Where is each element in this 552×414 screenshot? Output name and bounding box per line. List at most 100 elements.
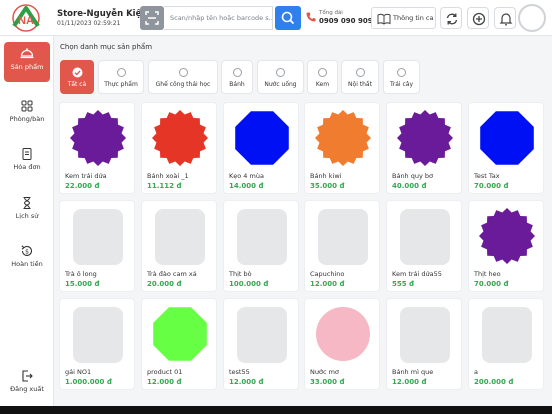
category-label: Nước uống	[264, 81, 297, 88]
product-shape	[479, 208, 535, 264]
product-shape	[70, 110, 126, 166]
sidebar-item-rooms[interactable]: Phòng/bàn	[4, 96, 50, 136]
search-button[interactable]	[275, 6, 301, 30]
product-image	[147, 108, 213, 168]
product-card[interactable]: Trà đào cam xả 20.000 đ	[141, 200, 217, 292]
search-input[interactable]: Scan/nhập tên hoặc barcode s...	[164, 6, 273, 30]
product-image	[392, 108, 458, 168]
sidebar-item-label: Hóa đơn	[13, 163, 41, 171]
product-card[interactable]: Capuchino 12.000 đ	[304, 200, 380, 292]
product-price: 11.112 đ	[147, 182, 182, 190]
product-card[interactable]: Thịt heo 70.000 đ	[468, 200, 544, 292]
category-tab[interactable]: Ghế công thái học	[148, 60, 218, 94]
sidebar-item-label: Phòng/bàn	[9, 115, 45, 123]
plus-circle-icon	[472, 12, 486, 26]
category-label: Trái cây	[389, 81, 414, 88]
product-price: 555 đ	[392, 280, 415, 288]
sidebar-item-label: Hoàn tiền	[11, 260, 43, 268]
product-price: 40.000 đ	[392, 182, 427, 190]
category-tab[interactable]: Nước uống	[257, 60, 304, 94]
user-avatar[interactable]	[518, 4, 546, 32]
image-placeholder	[73, 209, 123, 265]
product-card[interactable]: a 200.000 đ	[468, 298, 544, 390]
store-name: Store-Nguyễn Kiệm	[57, 9, 151, 19]
radio-button	[116, 68, 126, 77]
product-image	[147, 206, 213, 266]
hourglass-icon	[23, 197, 31, 209]
product-name: a	[474, 368, 478, 376]
product-card[interactable]: Kem trái dứa 22.000 đ	[59, 102, 135, 194]
bell-cloche-icon	[20, 48, 34, 59]
product-card[interactable]: Kẹo 4 mùa 14.000 đ	[223, 102, 299, 194]
logout-button[interactable]: Đăng xuất	[4, 366, 50, 406]
product-card[interactable]: Bánh mì que 12.000 đ	[386, 298, 462, 390]
product-name: Thịt bò	[229, 270, 252, 278]
product-card[interactable]: Kem trái dứa55 555 đ	[386, 200, 462, 292]
product-image	[392, 304, 458, 364]
category-tab[interactable]: Kem	[307, 60, 338, 94]
product-shape	[153, 307, 207, 361]
product-card[interactable]: Bánh kiwi 35.000 đ	[304, 102, 380, 194]
sidebar-item-refund[interactable]: $ Hoàn tiền	[4, 241, 50, 281]
product-price: 33.000 đ	[310, 378, 345, 386]
product-card[interactable]: Thịt bò 100.000 đ	[223, 200, 299, 292]
product-name: Trà đào cam xả	[147, 270, 197, 278]
product-card[interactable]: Nước mơ 33.000 đ	[304, 298, 380, 390]
product-image	[474, 108, 540, 168]
product-price: 12.000 đ	[310, 280, 345, 288]
product-shape	[315, 110, 371, 166]
product-price: 15.000 đ	[65, 280, 100, 288]
svg-text:$: $	[25, 248, 29, 255]
product-name: Kẹo 4 mùa	[229, 172, 264, 180]
product-shape	[316, 307, 370, 361]
sidebar-item-label: Sản phẩm	[10, 63, 44, 71]
image-placeholder	[400, 209, 450, 265]
sidebar-item-invoices[interactable]: Hóa đơn	[4, 144, 50, 184]
image-placeholder	[237, 209, 287, 265]
category-tab[interactable]: Trái cây	[383, 60, 420, 94]
product-name: Test Tax	[474, 172, 500, 180]
product-price: 14.000 đ	[229, 182, 264, 190]
product-name: test55	[229, 368, 250, 376]
product-shape	[397, 110, 453, 166]
sidebar: Sản phẩm Phòng/bàn Hóa đơn Lịch sử $ Hoà…	[0, 36, 54, 406]
product-card[interactable]: Bánh quy bơ 40.000 đ	[386, 102, 462, 194]
category-tab[interactable]: Thực phẩm	[98, 60, 144, 94]
product-card[interactable]: Bánh xoài _1 11.112 đ	[141, 102, 217, 194]
radio-button	[318, 68, 327, 77]
store-datetime: 01/11/2023 02:59:21	[57, 20, 121, 27]
category-tab[interactable]: Nội thất	[341, 60, 379, 94]
barcode-scan-button[interactable]	[140, 6, 164, 30]
category-label: Tất cả	[67, 81, 87, 88]
refund-icon: $	[21, 245, 33, 256]
shift-info-button[interactable]: Thông tin ca	[371, 7, 436, 29]
product-name: Trà ô long	[65, 270, 97, 278]
category-tab-all[interactable]: Tất cả	[60, 60, 94, 94]
add-button[interactable]	[467, 7, 489, 29]
product-image	[474, 304, 540, 364]
product-card[interactable]: Test Tax 70.000 đ	[468, 102, 544, 194]
image-placeholder	[482, 307, 532, 363]
notification-button[interactable]	[494, 7, 516, 29]
sync-button[interactable]	[440, 7, 462, 29]
product-card[interactable]: product 01 12.000 đ	[141, 298, 217, 390]
radio-button	[355, 68, 365, 77]
product-card[interactable]: gái NO1 1.000.000 đ	[59, 298, 135, 390]
product-name: Kem trái dứa	[65, 172, 107, 180]
product-image	[229, 206, 295, 266]
category-label: Bánh	[229, 81, 245, 88]
sidebar-item-products[interactable]: Sản phẩm	[4, 42, 50, 82]
product-card[interactable]: test55 12.000 đ	[223, 298, 299, 390]
bell-icon	[499, 13, 513, 26]
sidebar-item-label: Lịch sử	[15, 212, 39, 220]
product-image	[65, 304, 131, 364]
sidebar-item-history[interactable]: Lịch sử	[4, 193, 50, 233]
shift-info-label: Thông tin ca	[393, 14, 434, 22]
category-tab[interactable]: Bánh	[221, 60, 253, 94]
top-header: NA Store-Nguyễn Kiệm 01/11/2023 02:59:21…	[0, 0, 552, 36]
receipt-icon	[22, 148, 32, 160]
product-image	[310, 304, 376, 364]
product-card[interactable]: Trà ô long 15.000 đ	[59, 200, 135, 292]
hotline-number: 0909 090 909	[319, 17, 373, 25]
product-image	[229, 108, 295, 168]
